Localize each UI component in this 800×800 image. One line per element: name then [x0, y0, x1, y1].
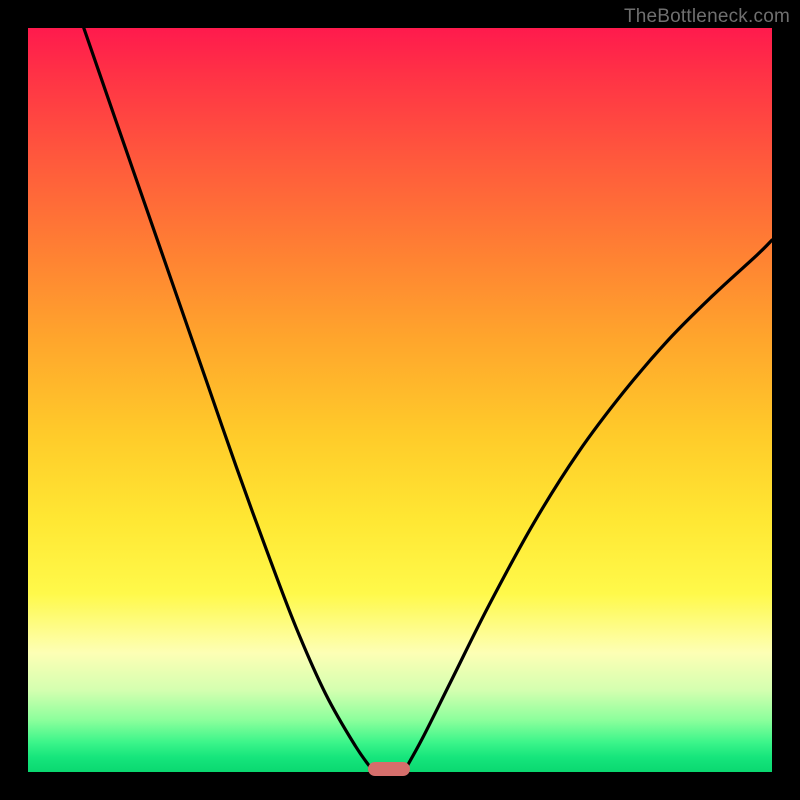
watermark-text: TheBottleneck.com: [624, 6, 790, 28]
curve-right-branch: [404, 240, 772, 772]
bottleneck-curve: [28, 28, 772, 772]
chart-area: [28, 28, 772, 772]
optimum-marker: [368, 762, 410, 776]
curve-left-branch: [84, 28, 374, 772]
